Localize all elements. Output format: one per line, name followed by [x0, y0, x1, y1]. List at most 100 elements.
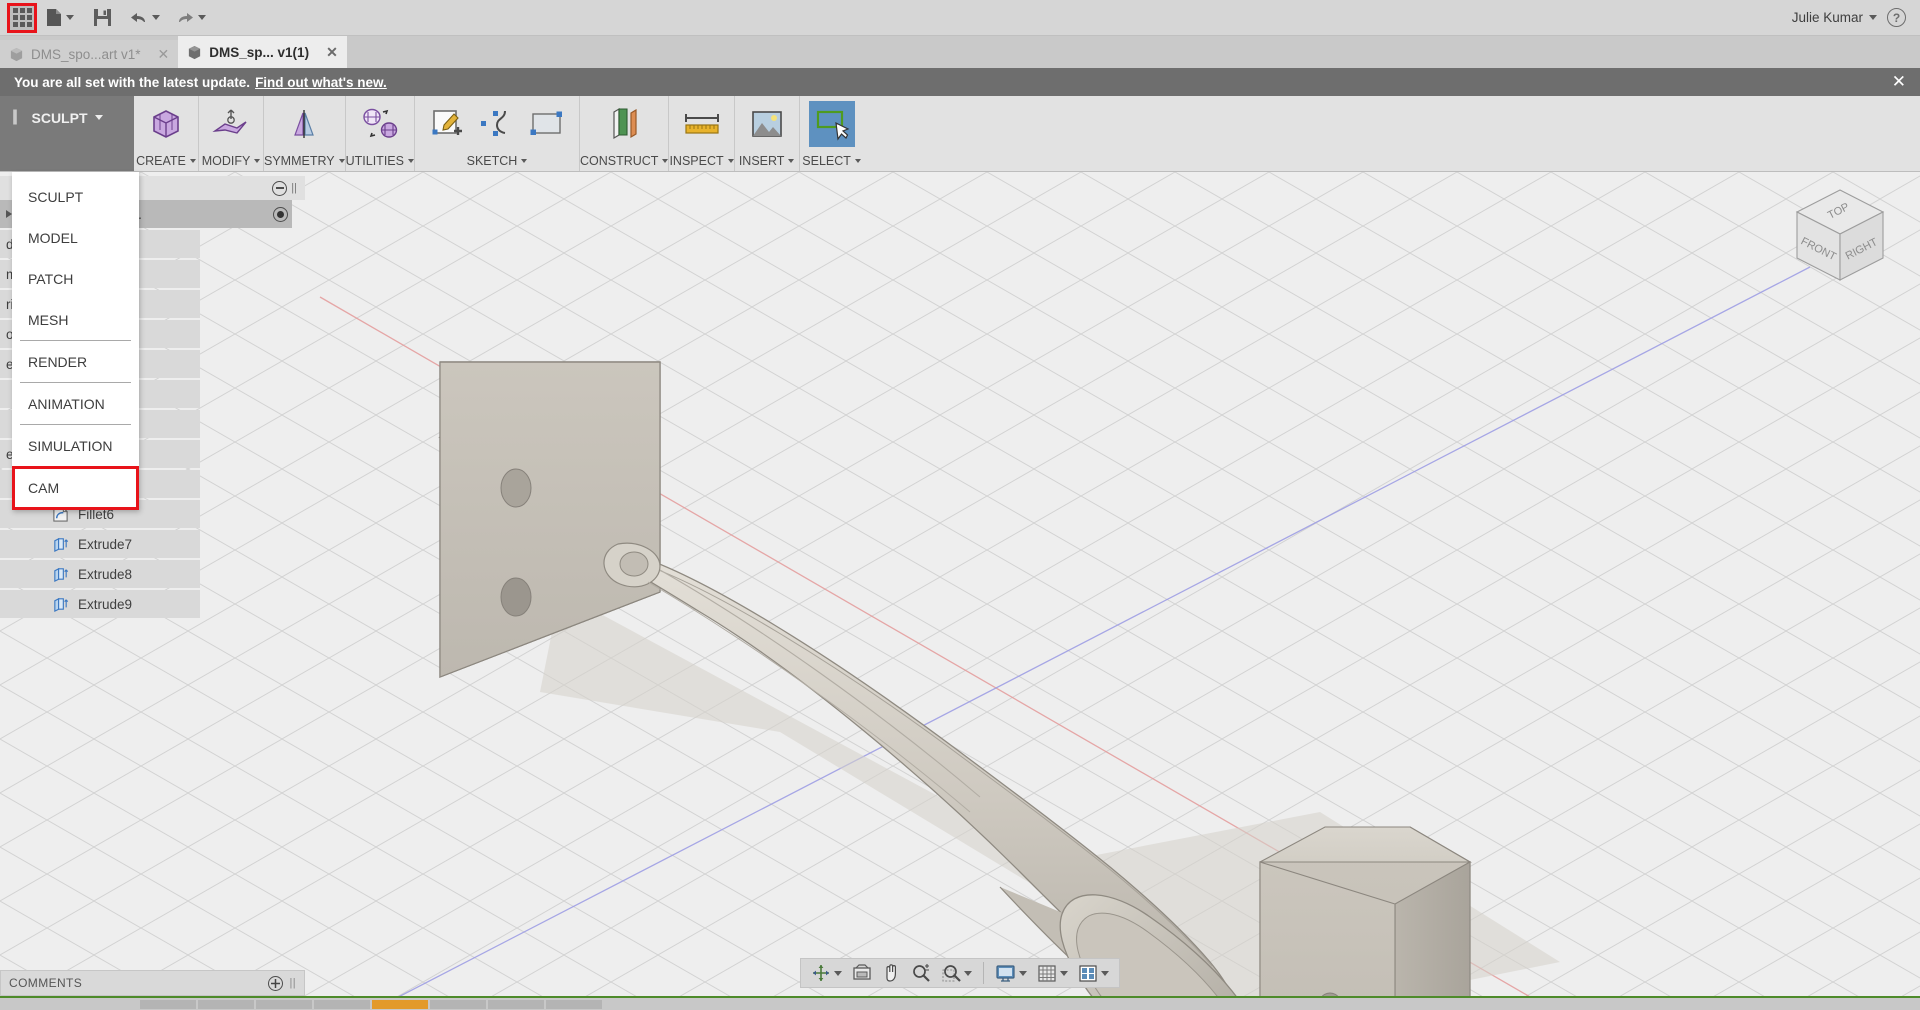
chevron-down-icon — [66, 15, 74, 20]
utilities-convert-icon[interactable] — [357, 101, 403, 147]
measure-ruler-icon[interactable] — [679, 101, 725, 147]
browser-row-extrude8[interactable]: Extrude8 — [0, 560, 200, 588]
rectangle-icon[interactable] — [524, 101, 570, 147]
document-tab-1[interactable]: DMS_spo...art v1* ✕ — [0, 40, 179, 68]
timeline-feature[interactable] — [198, 999, 254, 1009]
workspace-switcher-button[interactable]: || SCULPT — [0, 96, 134, 171]
timeline-feature[interactable] — [140, 999, 196, 1009]
ribbon-group-symmetry-label[interactable]: SYMMETRY — [264, 151, 345, 171]
chevron-down-icon — [521, 159, 528, 163]
browser-row-label: Extrude9 — [78, 596, 133, 612]
zoom-window-icon[interactable] — [937, 960, 976, 986]
workspace-menu-item-patch[interactable]: PATCH — [12, 258, 139, 299]
spline-icon[interactable] — [474, 101, 520, 147]
ribbon-group-utilities-label[interactable]: UTILITIES — [346, 151, 414, 171]
chevron-down-icon — [197, 15, 206, 20]
drag-grip-icon: || — [12, 108, 18, 125]
undo-button[interactable] — [121, 2, 167, 34]
timeline-feature[interactable] — [256, 999, 312, 1009]
extrude-icon — [54, 597, 69, 612]
modify-form-icon[interactable] — [208, 101, 254, 147]
document-tab-strip: DMS_spo...art v1* ✕ DMS_sp... v1(1) ✕ — [0, 36, 1920, 68]
grid-apps-icon[interactable] — [7, 2, 37, 33]
ribbon-group-symmetry: SYMMETRY — [264, 96, 346, 171]
chevron-down-icon — [338, 159, 345, 163]
select-window-icon[interactable] — [808, 100, 855, 147]
ribbon-group-inspect-label[interactable]: INSPECT — [669, 151, 734, 171]
create-form-icon[interactable] — [143, 101, 189, 147]
ribbon-group-construct-label[interactable]: CONSTRUCT — [580, 151, 669, 171]
browser-row-extrude9[interactable]: Extrude9 — [0, 590, 200, 618]
close-icon[interactable]: ✕ — [316, 44, 338, 61]
ribbon-group-sketch-label[interactable]: SKETCH — [415, 151, 579, 171]
chevron-down-icon — [964, 970, 972, 976]
plus-circle-icon[interactable] — [268, 975, 284, 991]
comments-grip-icon: || — [289, 977, 296, 989]
ribbon-group-select-label[interactable]: SELECT — [800, 151, 864, 171]
user-account-menu[interactable]: Julie Kumar — [1792, 10, 1877, 25]
close-icon[interactable]: ✕ — [1892, 72, 1906, 92]
ribbon-group-modify-label[interactable]: MODIFY — [199, 151, 263, 171]
body-icon — [10, 47, 23, 61]
workspace-menu-item-mesh[interactable]: MESH — [12, 299, 139, 340]
chevron-down-icon — [788, 159, 795, 163]
symmetry-mirror-icon[interactable] — [281, 101, 327, 147]
save-button[interactable] — [83, 2, 121, 34]
zoom-icon[interactable] — [907, 960, 935, 986]
comments-bar[interactable]: COMMENTS || — [0, 970, 305, 996]
undo-icon — [130, 12, 145, 22]
chevron-down-icon — [834, 970, 842, 976]
redo-icon — [178, 12, 193, 22]
notification-bar: You are all set with the latest update. … — [0, 68, 1920, 96]
pan-hand-icon[interactable] — [878, 960, 905, 986]
timeline-bar[interactable] — [0, 996, 1920, 1010]
ribbon-group-create: CREATE — [134, 96, 199, 171]
timeline-feature[interactable] — [314, 999, 370, 1009]
browser-row-label: Extrude8 — [78, 566, 133, 582]
browser-row-extrude7[interactable]: Extrude7 — [0, 530, 200, 558]
workspace-menu-item-simulation[interactable]: SIMULATION — [12, 425, 139, 466]
workspace-dropdown-menu: SCULPT MODEL PATCH MESH RENDER ANIMATION… — [12, 172, 139, 510]
body-icon — [189, 45, 201, 59]
close-icon[interactable]: ✕ — [148, 46, 170, 63]
document-tab-1-label: DMS_spo...art v1* — [31, 46, 141, 62]
visibility-radio-icon[interactable] — [273, 206, 288, 222]
timeline-feature-selected[interactable] — [372, 999, 428, 1009]
view-cube[interactable]: TOP FRONT RIGHT — [1783, 182, 1898, 292]
document-tab-2[interactable]: DMS_sp... v1(1) ✕ — [178, 36, 347, 68]
workspace-menu-item-model[interactable]: MODEL — [12, 217, 139, 258]
file-menu-button[interactable] — [37, 2, 83, 34]
timeline-feature[interactable] — [430, 999, 486, 1009]
insert-image-icon[interactable] — [744, 101, 790, 147]
viewport-layout-icon[interactable] — [1074, 960, 1113, 986]
workspace-menu-item-render[interactable]: RENDER — [12, 341, 139, 382]
timeline-feature[interactable] — [488, 999, 544, 1009]
help-icon[interactable]: ? — [1887, 8, 1906, 27]
timeline-feature[interactable] — [546, 999, 602, 1009]
chevron-down-icon — [1869, 15, 1877, 20]
extrude-icon — [54, 537, 69, 552]
grid-snaps-icon[interactable] — [1033, 960, 1072, 986]
chevron-down-icon — [189, 159, 196, 163]
display-settings-icon[interactable] — [991, 960, 1031, 986]
workspace-switcher-label: SCULPT — [31, 110, 88, 126]
browser-row-label: Extrude7 — [78, 536, 133, 552]
ribbon-group-create-label[interactable]: CREATE — [134, 151, 198, 171]
redo-button[interactable] — [167, 2, 213, 34]
notification-link[interactable]: Find out what's new. — [255, 75, 387, 90]
look-at-icon[interactable] — [848, 960, 876, 986]
workspace-menu-item-animation[interactable]: ANIMATION — [12, 383, 139, 424]
workspace-menu-item-sculpt[interactable]: SCULPT — [12, 176, 139, 217]
ribbon-group-utilities: UTILITIES — [346, 96, 415, 171]
chevron-down-icon — [854, 159, 861, 163]
construct-plane-icon[interactable] — [601, 101, 647, 147]
ribbon-group-insert-label[interactable]: INSERT — [735, 151, 799, 171]
user-name-label: Julie Kumar — [1791, 10, 1863, 25]
ribbon-group-insert: INSERT — [735, 96, 800, 171]
workspace-menu-item-cam[interactable]: CAM — [12, 466, 139, 510]
orbit-icon[interactable] — [807, 960, 846, 986]
collapse-minus-icon[interactable] — [272, 180, 288, 196]
right-block — [1259, 826, 1473, 1010]
create-sketch-icon[interactable] — [424, 101, 470, 147]
ribbon-toolbar: || SCULPT CREATE MODIFY SYMMETRY UTILITI… — [0, 96, 1920, 172]
